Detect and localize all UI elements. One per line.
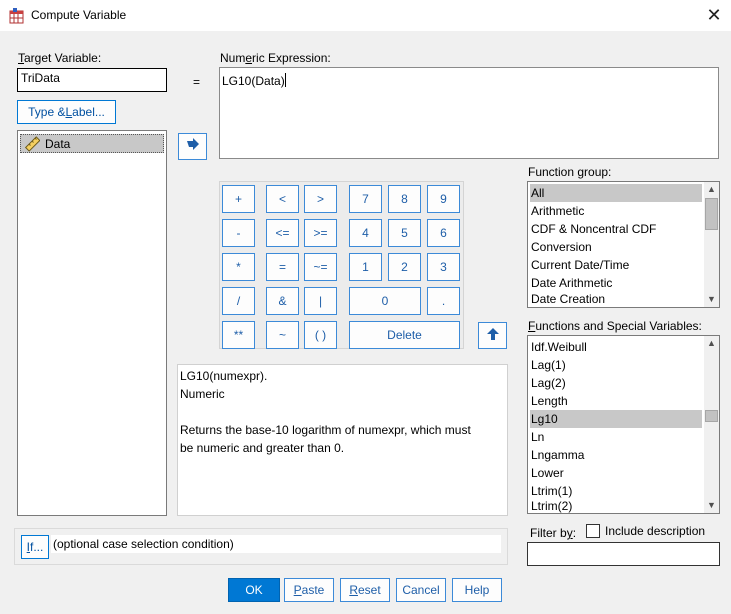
type-label-button[interactable]: Type & Label... xyxy=(17,100,116,124)
key-greater-equal[interactable]: >= xyxy=(304,219,337,247)
key-not[interactable]: ~ xyxy=(266,321,299,349)
if-condition-text: (optional case selection condition) xyxy=(51,535,501,553)
function-description-panel: LG10(numexpr). Numeric Returns the base-… xyxy=(177,364,508,516)
functions-list-scrollbar[interactable]: ▲ ▼ xyxy=(704,336,719,513)
include-description-label: Include description xyxy=(605,524,706,538)
key-divide[interactable]: / xyxy=(222,287,255,315)
key-4[interactable]: 4 xyxy=(349,219,382,247)
function-item[interactable]: Length xyxy=(530,392,568,410)
reset-button[interactable]: Reset xyxy=(340,578,390,602)
key-3[interactable]: 3 xyxy=(427,253,460,281)
description-signature: LG10(numexpr). xyxy=(180,369,268,383)
key-6[interactable]: 6 xyxy=(427,219,460,247)
paste-button[interactable]: Paste xyxy=(284,578,334,602)
scroll-up-icon[interactable]: ▲ xyxy=(704,336,719,351)
key-and[interactable]: & xyxy=(266,287,299,315)
move-to-expression-button[interactable] xyxy=(178,133,207,160)
key-8[interactable]: 8 xyxy=(388,185,421,213)
key-7[interactable]: 7 xyxy=(349,185,382,213)
key-less-than[interactable]: < xyxy=(266,185,299,213)
function-group-item[interactable]: Arithmetic xyxy=(530,202,584,220)
function-group-item[interactable]: Conversion xyxy=(530,238,592,256)
key-plus[interactable]: + xyxy=(222,185,255,213)
function-group-list[interactable]: All Arithmetic CDF & Noncentral CDF Conv… xyxy=(527,181,720,308)
window-title: Compute Variable xyxy=(31,8,127,22)
function-group-item[interactable]: CDF & Noncentral CDF xyxy=(530,220,656,238)
include-description-checkbox[interactable] xyxy=(586,524,600,538)
scroll-thumb[interactable] xyxy=(705,198,718,230)
function-item[interactable]: Ln xyxy=(530,428,544,446)
key-greater-than[interactable]: > xyxy=(304,185,337,213)
function-item[interactable]: Ltrim(2) xyxy=(530,500,572,513)
variables-list[interactable]: Data xyxy=(17,130,167,516)
function-item[interactable]: Lag(1) xyxy=(530,356,566,374)
key-minus[interactable]: - xyxy=(222,219,255,247)
description-text-line-1: Returns the base-10 logarithm of numexpr… xyxy=(180,423,471,437)
function-group-scrollbar[interactable]: ▲ ▼ xyxy=(704,182,719,307)
key-2[interactable]: 2 xyxy=(388,253,421,281)
function-group-item[interactable]: Current Date/Time xyxy=(530,256,629,274)
function-item[interactable]: Lg10 xyxy=(530,410,702,428)
functions-list[interactable]: Idf.Weibull Lag(1) Lag(2) Length Lg10 Ln… xyxy=(527,335,720,514)
arrow-right-icon xyxy=(185,138,201,155)
arrow-up-icon xyxy=(486,326,500,345)
ruler-icon xyxy=(24,136,41,155)
ok-button[interactable]: OK xyxy=(228,578,280,602)
key-parentheses[interactable]: ( ) xyxy=(304,321,337,349)
key-0[interactable]: 0 xyxy=(349,287,421,315)
key-1[interactable]: 1 xyxy=(349,253,382,281)
key-equals[interactable]: = xyxy=(266,253,299,281)
variable-item-data[interactable]: Data xyxy=(20,134,164,153)
numeric-expression-label: Numeric Expression: xyxy=(220,51,331,65)
function-group-item[interactable]: All xyxy=(530,184,702,202)
move-function-up-button[interactable] xyxy=(478,322,507,349)
key-less-equal[interactable]: <= xyxy=(266,219,299,247)
key-multiply[interactable]: * xyxy=(222,253,255,281)
app-icon xyxy=(9,8,25,24)
help-button[interactable]: Help xyxy=(452,578,502,602)
target-variable-input[interactable]: TriData xyxy=(17,68,167,92)
target-variable-label: Target Variable: xyxy=(18,51,102,65)
function-group-item[interactable]: Date Creation xyxy=(530,292,605,307)
variable-item-label: Data xyxy=(45,137,71,151)
function-item[interactable]: Ltrim(1) xyxy=(530,482,572,500)
numeric-expression-input[interactable]: LG10(Data) xyxy=(219,67,719,159)
function-group-label: Function group: xyxy=(528,165,612,179)
key-not-equal[interactable]: ~= xyxy=(304,253,337,281)
description-text-line-2: be numeric and greater than 0. xyxy=(180,441,345,455)
scroll-down-icon[interactable]: ▼ xyxy=(704,292,719,307)
key-dot[interactable]: . xyxy=(427,287,460,315)
function-item[interactable]: Lngamma xyxy=(530,446,584,464)
filter-input[interactable] xyxy=(527,542,720,566)
function-item[interactable]: Idf.Weibull xyxy=(530,338,587,356)
key-or[interactable]: | xyxy=(304,287,337,315)
functions-list-label: Functions and Special Variables: xyxy=(528,319,702,333)
scroll-down-icon[interactable]: ▼ xyxy=(704,498,719,513)
key-9[interactable]: 9 xyxy=(427,185,460,213)
if-button[interactable]: If... xyxy=(21,535,49,559)
key-power[interactable]: ** xyxy=(222,321,255,349)
scroll-up-icon[interactable]: ▲ xyxy=(704,182,719,197)
equals-sign: = xyxy=(193,75,201,89)
key-5[interactable]: 5 xyxy=(388,219,421,247)
function-item[interactable]: Lag(2) xyxy=(530,374,566,392)
scroll-thumb[interactable] xyxy=(705,410,718,422)
function-group-item[interactable]: Date Arithmetic xyxy=(530,274,612,292)
cancel-button[interactable]: Cancel xyxy=(396,578,446,602)
description-type: Numeric xyxy=(180,387,225,401)
key-delete[interactable]: Delete xyxy=(349,321,460,349)
close-icon[interactable]: ✕ xyxy=(703,4,725,26)
filter-by-label: Filter by: xyxy=(530,526,577,540)
function-item[interactable]: Lower xyxy=(530,464,564,482)
